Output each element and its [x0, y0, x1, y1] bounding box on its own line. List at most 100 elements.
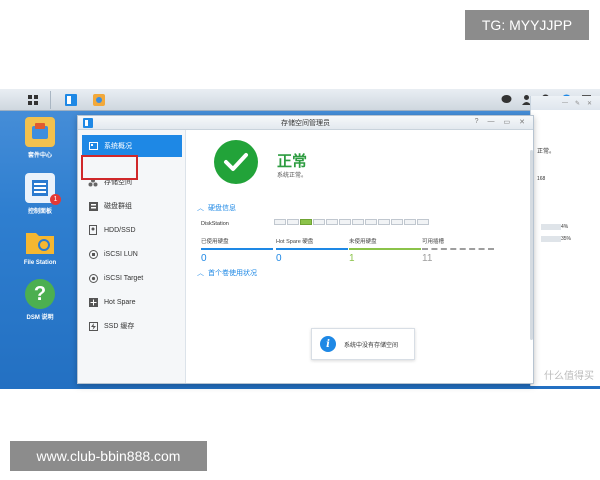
drive-bay [404, 219, 416, 225]
empty-message-text: 系统中没有存储空间 [344, 342, 399, 349]
background-text: 35% [561, 236, 572, 242]
help-icon: ? [25, 279, 55, 309]
chevron-up-icon: ︿ [197, 205, 204, 212]
tg-badge: TG: MYYJJPP [465, 10, 589, 40]
sidebar-item-overview[interactable]: 系统概况 [82, 135, 182, 157]
hdd-icon [88, 225, 98, 235]
iscsi-target-icon [88, 273, 98, 283]
desktop-icon-package-center[interactable]: 套件中心 [18, 117, 62, 159]
storage-manager-icon [65, 94, 77, 106]
sidebar-item-label: SSD 缓存 [104, 323, 135, 330]
section-heading: 首个卷使用状况 [208, 270, 257, 277]
stat-used-disks: 已使用硬盘 0 [201, 237, 273, 264]
stat-value: 0 [201, 253, 207, 264]
minimize-icon[interactable]: — [562, 100, 568, 106]
stat-available-slots: 可用插槽 11 [422, 237, 494, 264]
stat-hot-spare-disks: Hot Spare 硬盘 0 [276, 237, 348, 264]
sidebar-item-label: Hot Spare [104, 298, 136, 306]
usage-bar [541, 236, 561, 242]
disk-info-section-toggle[interactable]: ︿ 硬盘信息 [197, 203, 236, 213]
drive-bays [274, 219, 429, 225]
stat-label: 可用插槽 [422, 237, 494, 250]
drive-bay [339, 219, 351, 225]
desktop-icon-file-station[interactable]: File Station [18, 227, 62, 266]
drive-bay [378, 219, 390, 225]
taskbar [0, 89, 600, 111]
desktop-icon-label: File Station [23, 260, 57, 266]
background-text: 正常。 [537, 149, 556, 155]
sidebar-item-iscsi-target[interactable]: iSCSI Target [82, 267, 182, 289]
package-center-icon [25, 117, 55, 147]
background-text: 168 [537, 176, 546, 182]
sidebar-item-label: iSCSI LUN [104, 250, 138, 258]
hot-spare-icon [88, 297, 98, 307]
sidebar-item-hot-spare[interactable]: Hot Spare [82, 291, 182, 313]
overview-panel: 正常 系统正常。 ︿ 硬盘信息 DiskStation 已使用硬盘 0 Hot … [187, 130, 533, 383]
scrollbar[interactable] [530, 150, 533, 340]
package-taskbar-button[interactable] [88, 91, 110, 109]
ssd-cache-icon [88, 321, 98, 331]
stat-value: 11 [422, 253, 433, 264]
notification-badge: 1 [50, 194, 61, 205]
sidebar-item-iscsi-lun[interactable]: iSCSI LUN [82, 243, 182, 265]
desktop-icon-label: DSM 说明 [26, 315, 54, 321]
sidebar-item-disk-group[interactable]: 磁盘群组 [82, 195, 182, 217]
drive-bay [417, 219, 429, 225]
sidebar-item-label: HDD/SSD [104, 226, 136, 234]
drive-bay [352, 219, 364, 225]
sidebar-item-label: 系统概况 [104, 143, 132, 150]
stat-label: 未使用硬盘 [349, 237, 421, 250]
chat-icon[interactable] [498, 91, 514, 107]
help-button[interactable]: ? [475, 118, 479, 126]
storage-manager-window[interactable]: 存储空间管理员 ? — ▭ ✕ 系统概况 存储空间 磁盘群组 HDD/SSD i… [77, 115, 534, 384]
empty-storage-message: i 系统中没有存储空间 [311, 328, 415, 360]
window-titlebar[interactable]: 存储空间管理员 ? — ▭ ✕ [78, 116, 533, 130]
sidebar-item-ssd-cache[interactable]: SSD 缓存 [82, 315, 182, 337]
storage-manager-taskbar-button[interactable] [60, 91, 82, 109]
background-window[interactable]: — ✎ ✕ 正常。 168 4% 35% [530, 96, 600, 386]
url-badge: www.club-bbin888.com [10, 441, 207, 471]
grid-icon [27, 94, 38, 105]
window-title: 存储空间管理员 [281, 120, 330, 127]
device-name: DiskStation [201, 221, 229, 227]
maximize-button[interactable]: ▭ [504, 118, 511, 126]
status-subtitle: 系统正常。 [277, 173, 308, 179]
volume-usage-section-toggle[interactable]: ︿ 首个卷使用状况 [197, 268, 257, 278]
close-button[interactable]: ✕ [519, 118, 525, 126]
watermark: 什么值得买 [544, 371, 594, 382]
drive-bay [313, 219, 325, 225]
drive-bay [391, 219, 403, 225]
status-ok-icon [214, 140, 258, 184]
usage-bar [541, 224, 561, 230]
control-panel-icon: 1 [25, 173, 61, 205]
desktop-icon-label: 套件中心 [27, 153, 52, 159]
stat-unused-disks: 未使用硬盘 1 [349, 237, 421, 264]
drive-bay [287, 219, 299, 225]
overview-icon [88, 141, 98, 151]
desktop-icon-dsm-help[interactable]: ? DSM 说明 [18, 279, 62, 321]
stat-value: 0 [276, 253, 282, 264]
package-icon [93, 94, 105, 106]
drive-bay [274, 219, 286, 225]
sidebar-item-label: iSCSI Target [104, 274, 144, 282]
desktop-icon-control-panel[interactable]: 1 控制面板 [18, 173, 62, 215]
sidebar-item-hdd-ssd[interactable]: HDD/SSD [82, 219, 182, 241]
section-heading: 硬盘信息 [208, 205, 236, 212]
background-window-titlebar: — ✎ ✕ [531, 96, 600, 110]
stat-label: 已使用硬盘 [201, 237, 273, 250]
sidebar-item-label: 磁盘群组 [104, 203, 132, 210]
minimize-button[interactable]: — [488, 118, 495, 126]
drive-bay [326, 219, 338, 225]
disk-group-icon [88, 201, 98, 211]
chevron-up-icon: ︿ [197, 270, 204, 277]
stat-value: 1 [349, 253, 355, 264]
desktop-icon-label: 控制面板 [27, 209, 52, 215]
main-menu-button[interactable] [22, 91, 44, 109]
drive-bay [365, 219, 377, 225]
pin-icon[interactable]: ✎ [575, 100, 580, 107]
storage-pool-highlight [81, 155, 138, 180]
background-text: 4% [561, 224, 569, 230]
folder-icon [25, 227, 55, 257]
stat-label: Hot Spare 硬盘 [276, 237, 348, 250]
close-icon[interactable]: ✕ [587, 100, 592, 107]
